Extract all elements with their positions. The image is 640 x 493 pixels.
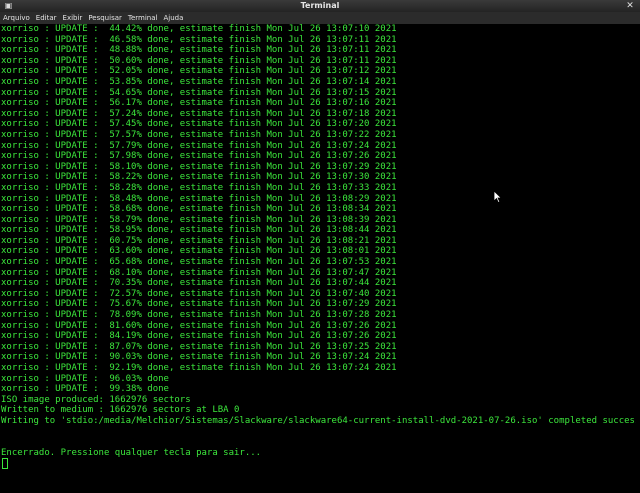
terminal-line: xorriso : UPDATE : 72.57% done, estimate…: [1, 288, 397, 299]
terminal-line: xorriso : UPDATE : 46.58% done, estimate…: [1, 34, 397, 45]
terminal-line: Encerrado. Pressione qualquer tecla para…: [1, 447, 262, 458]
terminal-line: xorriso : UPDATE : 81.60% done, estimate…: [1, 320, 397, 331]
terminal-line: xorriso : UPDATE : 58.68% done, estimate…: [1, 204, 397, 215]
close-button[interactable]: ✕: [625, 0, 635, 12]
terminal-line: xorriso : UPDATE : 63.60% done, estimate…: [1, 246, 397, 257]
menu-exibir[interactable]: Exibir: [60, 12, 86, 24]
terminal-line: xorriso : UPDATE : 57.79% done, estimate…: [1, 140, 397, 151]
terminal-line: xorriso : UPDATE : 52.05% done, estimate…: [1, 66, 397, 77]
terminal-line: ISO image produced: 1662976 sectors: [1, 394, 191, 405]
title-bar[interactable]: ▣ Terminal ✕: [0, 0, 640, 12]
terminal-line: xorriso : UPDATE : 58.95% done, estimate…: [1, 225, 397, 236]
terminal-line: xorriso : UPDATE : 58.48% done, estimate…: [1, 193, 397, 204]
terminal-line: xorriso : UPDATE : 57.57% done, estimate…: [1, 129, 397, 140]
terminal-line: xorriso : UPDATE : 96.03% done: [1, 373, 169, 384]
terminal-line: xorriso : UPDATE : 57.45% done, estimate…: [1, 119, 397, 130]
menu-ajuda[interactable]: Ajuda: [160, 12, 186, 24]
terminal-line: xorriso : UPDATE : 58.28% done, estimate…: [1, 182, 397, 193]
menu-editar[interactable]: Editar: [33, 12, 60, 24]
terminal-output[interactable]: xorriso : UPDATE : 44.42% done, estimate…: [0, 24, 640, 493]
menu-bar: Arquivo Editar Exibir Pesquisar Terminal…: [0, 12, 640, 24]
terminal-line: xorriso : UPDATE : 44.42% done, estimate…: [1, 24, 397, 34]
terminal-line: xorriso : UPDATE : 58.10% done, estimate…: [1, 161, 397, 172]
terminal-line: Writing to 'stdio:/media/Melchior/Sistem…: [1, 415, 640, 426]
terminal-line: xorriso : UPDATE : 58.79% done, estimate…: [1, 214, 397, 225]
terminal-line: Written to medium : 1662976 sectors at L…: [1, 405, 240, 416]
text-cursor: [2, 458, 8, 470]
terminal-line: xorriso : UPDATE : 50.60% done, estimate…: [1, 55, 397, 66]
window-title: Terminal: [300, 1, 340, 10]
terminal-line: xorriso : UPDATE : 56.17% done, estimate…: [1, 98, 397, 109]
terminal-window: ▣ Terminal ✕ Arquivo Editar Exibir Pesqu…: [0, 0, 640, 493]
terminal-line: xorriso : UPDATE : 58.22% done, estimate…: [1, 172, 397, 183]
terminal-line: xorriso : UPDATE : 54.65% done, estimate…: [1, 87, 397, 98]
mouse-pointer-icon: [493, 190, 503, 204]
terminal-line: xorriso : UPDATE : 90.03% done, estimate…: [1, 352, 397, 363]
menu-terminal[interactable]: Terminal: [125, 12, 161, 24]
terminal-line: xorriso : UPDATE : 87.07% done, estimate…: [1, 341, 397, 352]
menu-arquivo[interactable]: Arquivo: [0, 12, 33, 24]
scrollbar[interactable]: [636, 24, 640, 493]
terminal-line: xorriso : UPDATE : 53.85% done, estimate…: [1, 76, 397, 87]
terminal-line: xorriso : UPDATE : 99.38% done: [1, 384, 169, 395]
menu-pesquisar[interactable]: Pesquisar: [85, 12, 125, 24]
cursor-line: [0, 458, 640, 470]
terminal-line: xorriso : UPDATE : 60.75% done, estimate…: [1, 235, 397, 246]
terminal-line: xorriso : UPDATE : 68.10% done, estimate…: [1, 267, 397, 278]
terminal-line: xorriso : UPDATE : 57.98% done, estimate…: [1, 151, 397, 162]
terminal-line: xorriso : UPDATE : 57.24% done, estimate…: [1, 108, 397, 119]
terminal-line: xorriso : UPDATE : 70.35% done, estimate…: [1, 278, 397, 289]
terminal-line: xorriso : UPDATE : 48.88% done, estimate…: [1, 45, 397, 56]
terminal-line: xorriso : UPDATE : 92.19% done, estimate…: [1, 363, 397, 373]
terminal-line: xorriso : UPDATE : 84.19% done, estimate…: [1, 331, 397, 342]
terminal-line: xorriso : UPDATE : 78.09% done, estimate…: [1, 310, 397, 321]
terminal-line: xorriso : UPDATE : 65.68% done, estimate…: [1, 257, 397, 268]
terminal-line: xorriso : UPDATE : 75.67% done, estimate…: [1, 299, 397, 310]
